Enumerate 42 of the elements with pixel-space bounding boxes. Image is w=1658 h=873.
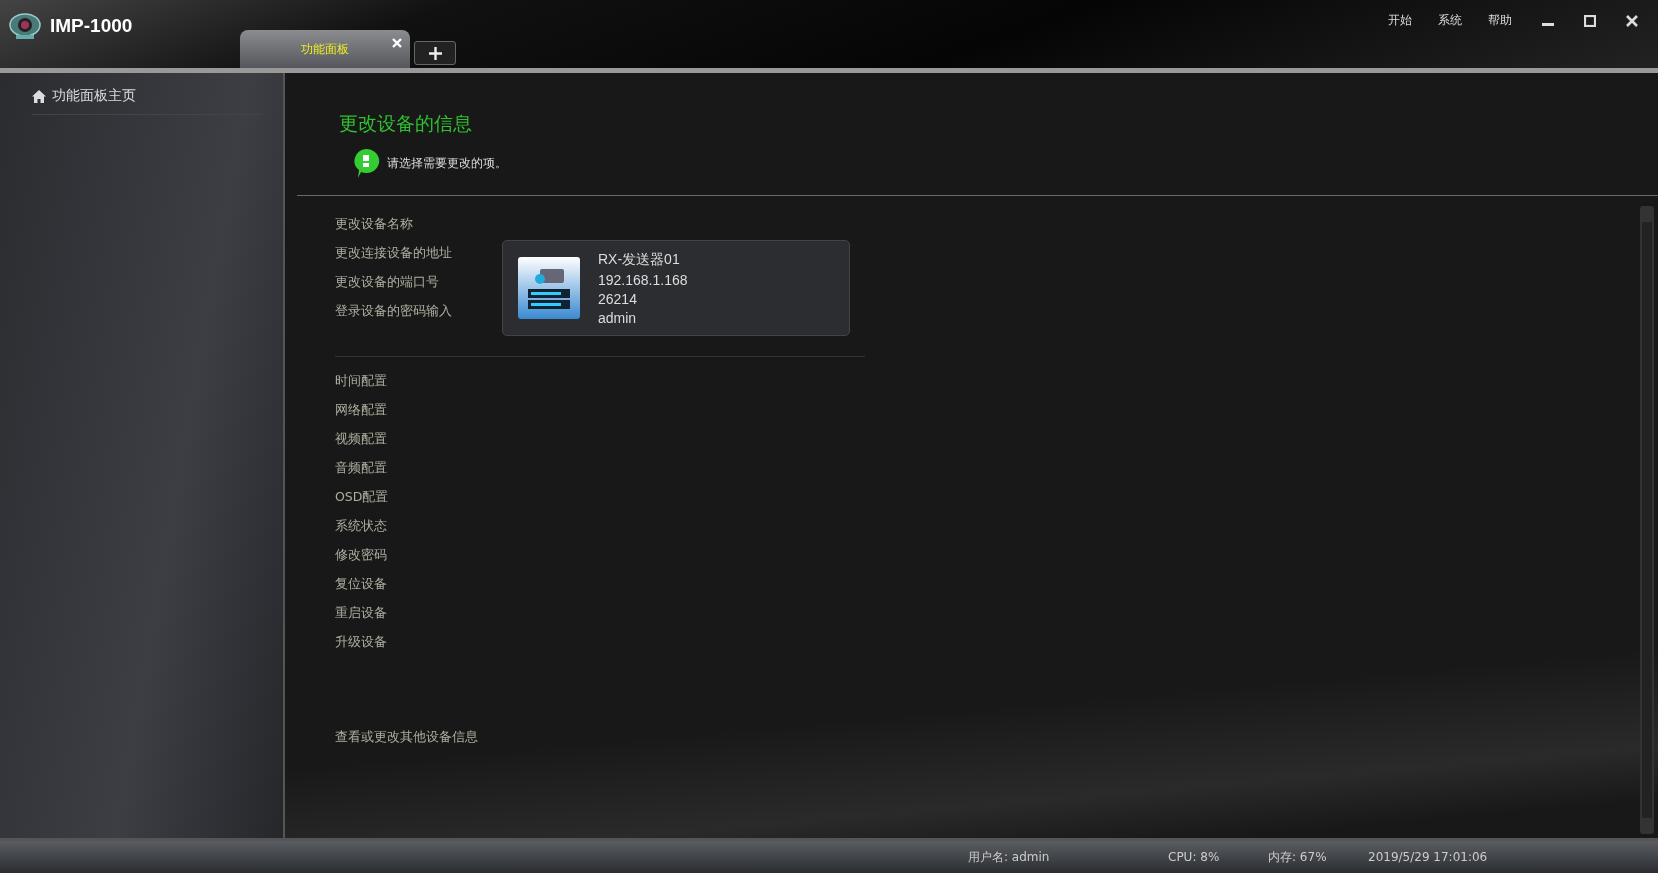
device-address: 192.168.1.168 bbox=[598, 271, 688, 288]
menu-item[interactable]: 开始 bbox=[1388, 12, 1412, 29]
config-link[interactable]: 修改密码 bbox=[335, 547, 1640, 564]
webcam-logo-icon bbox=[8, 12, 42, 40]
app-title: IMP-1000 bbox=[50, 15, 133, 37]
option-link[interactable]: 更改连接设备的地址 bbox=[335, 245, 452, 262]
config-link[interactable]: 重启设备 bbox=[335, 605, 1640, 622]
camera-device-icon bbox=[518, 257, 580, 319]
config-link[interactable]: 复位设备 bbox=[335, 576, 1640, 593]
menu-item[interactable]: 系统 bbox=[1438, 12, 1462, 29]
config-link[interactable]: 时间配置 bbox=[335, 373, 1640, 390]
sidebar-item[interactable]: 功能面板主页 bbox=[32, 83, 263, 115]
hint-text: 请选择需要更改的项。 bbox=[387, 154, 507, 172]
config-link[interactable]: 升级设备 bbox=[335, 634, 1640, 651]
option-link[interactable]: 登录设备的密码输入 bbox=[335, 303, 452, 320]
new-tab-button[interactable] bbox=[414, 41, 456, 65]
info-bubble-icon bbox=[351, 147, 381, 179]
sidebar-label: 功能面板主页 bbox=[52, 87, 136, 105]
menu-item[interactable]: 帮助 bbox=[1488, 12, 1512, 29]
page-title: 更改设备的信息 bbox=[339, 111, 473, 136]
plus-icon bbox=[428, 46, 442, 60]
device-user: admin bbox=[598, 309, 638, 326]
datetime-status: 2019/5/29 17:01:06 bbox=[1368, 850, 1488, 864]
config-link[interactable]: 系统状态 bbox=[335, 518, 1640, 535]
scrollbar[interactable] bbox=[1640, 206, 1654, 834]
config-link[interactable]: 视频配置 bbox=[335, 431, 1640, 448]
memory-status: 内存: 67% bbox=[1268, 848, 1328, 866]
device-port: 26214 bbox=[598, 290, 638, 307]
other-devices-link[interactable]: 查看或更改其他设备信息 bbox=[335, 729, 478, 746]
maximize-icon[interactable] bbox=[1584, 14, 1596, 27]
home-icon bbox=[32, 89, 46, 103]
close-icon[interactable] bbox=[1626, 14, 1638, 27]
device-card[interactable]: RX-发送器01 192.168.1.168 26214 admin bbox=[502, 240, 850, 336]
cpu-status: CPU: 8% bbox=[1168, 850, 1221, 864]
tab[interactable]: 功能面板 bbox=[240, 30, 410, 68]
config-link[interactable]: 网络配置 bbox=[335, 402, 1640, 419]
user-status: 用户名: admin bbox=[968, 848, 1051, 866]
device-name: RX-发送器01 bbox=[598, 250, 681, 269]
option-link[interactable]: 更改设备的端口号 bbox=[335, 274, 452, 291]
config-link[interactable]: OSD配置 bbox=[335, 489, 1640, 506]
option-link[interactable]: 更改设备名称 bbox=[335, 216, 452, 233]
config-link[interactable]: 音频配置 bbox=[335, 460, 1640, 477]
